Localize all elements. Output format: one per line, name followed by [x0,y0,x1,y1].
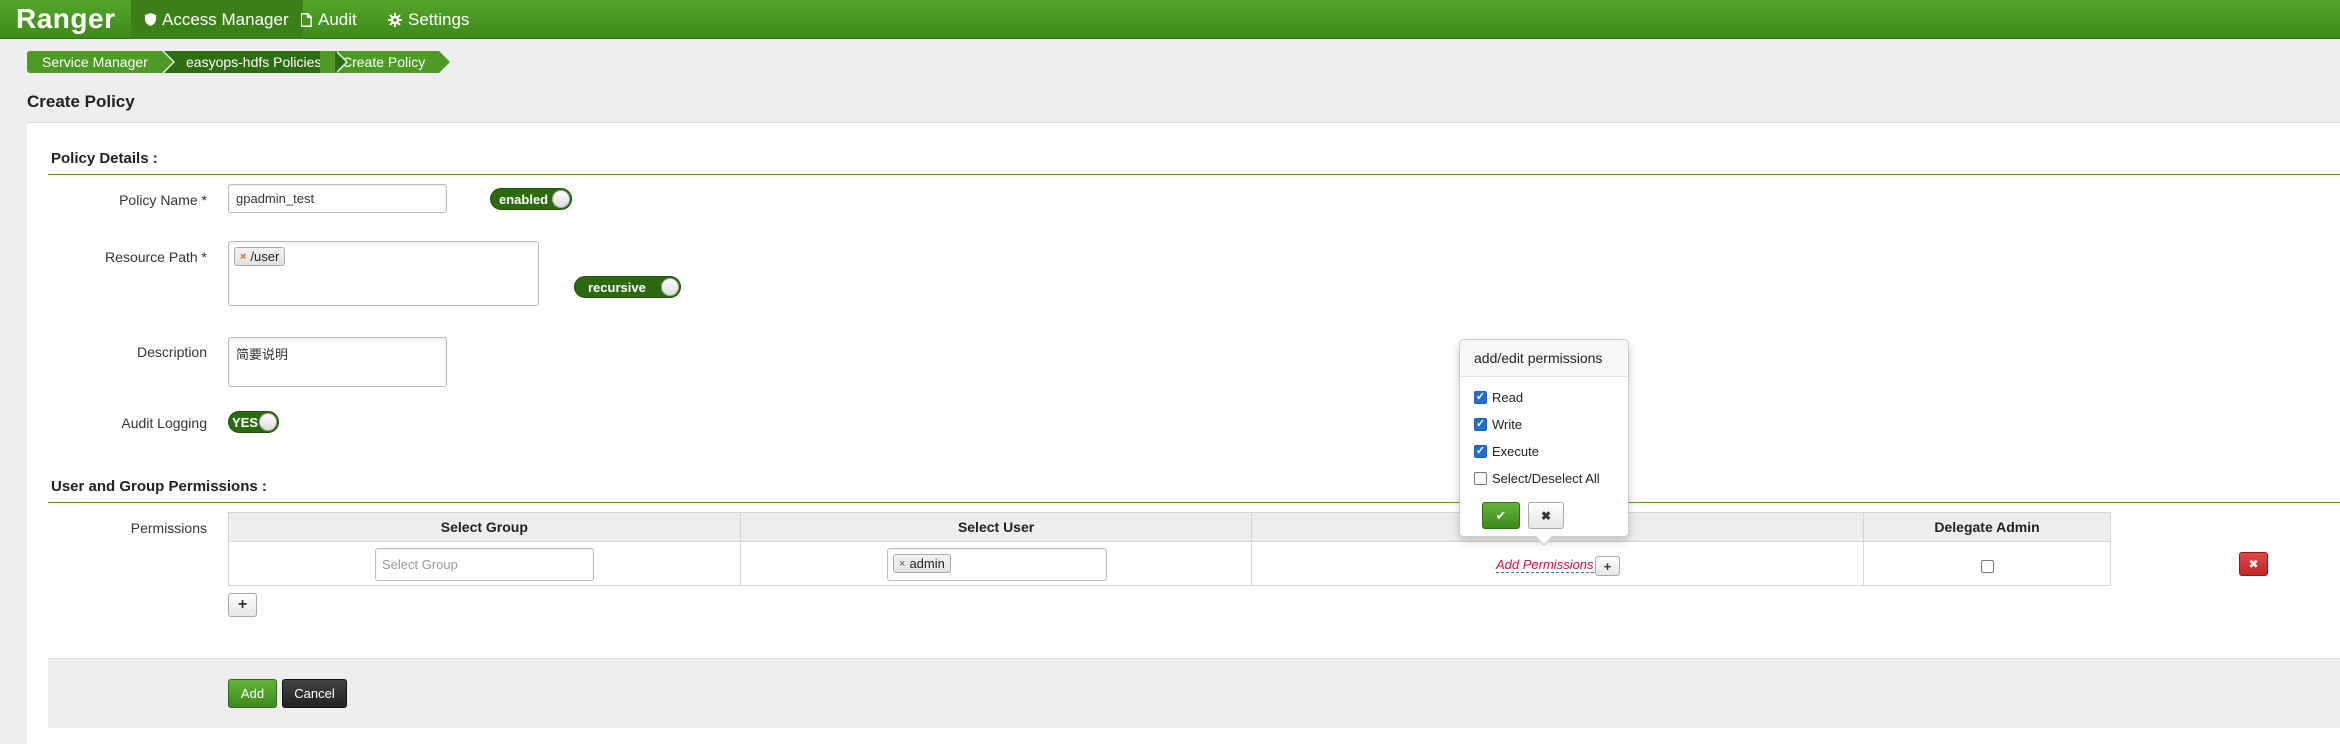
select-user-input[interactable]: × admin [887,548,1107,581]
execute-label: Execute [1492,444,1539,459]
permission-option-execute[interactable]: Execute [1474,444,1539,459]
add-button[interactable]: Add [228,679,277,708]
enabled-toggle[interactable]: enabled [490,188,572,210]
file-icon [301,12,312,27]
audit-logging-toggle-label: YES [232,415,259,430]
close-icon: ✖ [1540,508,1552,523]
top-navbar: Ranger Access Manager Audit Settings [0,0,2340,39]
audit-logging-label: Audit Logging [121,415,207,431]
popover-title: add/edit permissions [1460,340,1628,377]
form-footer [48,658,2340,728]
permission-option-read[interactable]: Read [1474,390,1523,405]
page-title: Create Policy [27,92,135,111]
policy-details-heading: Policy Details : [51,150,158,167]
enabled-toggle-label: enabled [499,192,549,207]
write-checkbox[interactable] [1474,418,1487,431]
audit-logging-toggle[interactable]: YES [228,411,279,433]
resource-path-tag: × /user [234,247,286,266]
delegate-admin-checkbox[interactable] [1981,560,1994,573]
column-header-delegate-admin: Delegate Admin [1863,512,2111,542]
user-tag: × admin [893,554,951,573]
section-divider [48,174,2340,175]
resource-path-tag-label: /user [250,249,280,264]
cancel-button[interactable]: Cancel [282,679,347,708]
remove-row-button[interactable]: ✖ [2239,552,2268,576]
nav-audit-label: Audit [318,10,357,29]
execute-checkbox[interactable] [1474,445,1487,458]
resource-path-label: Resource Path * [105,249,207,265]
cancel-popover-button[interactable]: ✖ [1528,502,1564,529]
policy-name-label: Policy Name * [119,192,207,208]
select-group-input[interactable]: Select Group [375,548,594,581]
permission-option-select-all[interactable]: Select/Deselect All [1474,471,1600,486]
policy-name-input[interactable]: gpadmin_test [228,184,447,213]
nav-audit[interactable]: Audit [286,0,371,39]
permission-option-write[interactable]: Write [1474,417,1522,432]
read-checkbox[interactable] [1474,391,1487,404]
table-header-row: Select Group Select User Delegate Admin [228,512,2111,542]
column-header-select-user: Select User [739,512,1253,542]
shield-icon [145,13,156,26]
permissions-heading: User and Group Permissions : [51,478,267,495]
add-permissions-link[interactable]: Add Permissions [1496,557,1594,573]
add-row-button[interactable]: + [228,593,257,617]
description-textarea[interactable]: 简要说明 [228,337,447,387]
read-label: Read [1492,390,1524,405]
column-header-select-group: Select Group [228,512,741,542]
main-panel [27,122,2340,744]
resource-path-input[interactable]: × /user [228,241,539,306]
select-all-label: Select/Deselect All [1492,471,1600,486]
check-icon: ✔ [1495,507,1507,523]
toggle-knob [259,413,277,431]
user-tag-label: admin [909,556,945,571]
toggle-knob [661,278,679,296]
confirm-button[interactable]: ✔ [1482,502,1520,529]
close-icon: ✖ [2248,557,2259,571]
remove-tag-icon[interactable]: × [899,558,905,570]
recursive-toggle-label: recursive [588,280,646,295]
breadcrumb-service-manager[interactable]: Service Manager [27,51,175,73]
select-all-checkbox[interactable] [1474,472,1487,485]
nav-settings-label: Settings [408,10,470,29]
description-label: Description [136,344,207,360]
permissions-label: Permissions [130,520,207,536]
remove-tag-icon[interactable]: × [240,251,246,263]
recursive-toggle[interactable]: recursive [574,276,681,298]
popover-arrow [1534,535,1554,546]
write-label: Write [1492,417,1523,432]
nav-access-manager[interactable]: Access Manager [131,0,303,39]
brand-logo[interactable]: Ranger [16,3,115,35]
breadcrumb-policies[interactable]: easyops-hdfs Policies [164,51,349,73]
section-divider [48,502,2340,503]
permissions-popover: add/edit permissions Read Write Execute … [1459,339,1629,546]
nav-settings[interactable]: Settings [374,0,483,39]
nav-access-manager-label: Access Manager [162,10,289,29]
toggle-knob [552,190,570,208]
add-permission-plus-button[interactable]: + [1595,556,1620,576]
gear-icon [388,12,402,27]
